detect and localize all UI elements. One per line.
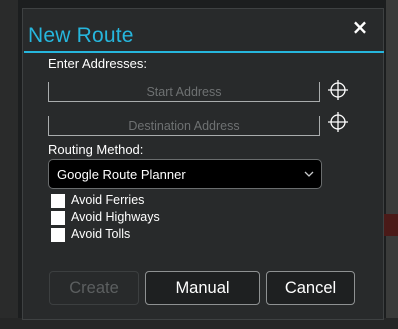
crosshair-icon[interactable] (327, 111, 349, 133)
avoid-tolls-label: Avoid Tolls (71, 227, 131, 241)
chevron-down-icon (304, 171, 314, 177)
routing-method-label: Routing Method: (48, 142, 144, 157)
crosshair-icon[interactable] (327, 79, 349, 101)
routing-method-select[interactable]: Google Route Planner (48, 159, 322, 189)
title-divider (24, 51, 384, 53)
background-red-element (384, 214, 398, 236)
avoid-ferries-label: Avoid Ferries (71, 193, 145, 207)
destination-address-input[interactable] (48, 116, 320, 136)
background-panel-left (0, 0, 18, 329)
avoid-highways-checkbox[interactable] (51, 211, 65, 225)
avoid-ferries-checkbox[interactable] (51, 194, 65, 208)
routing-method-value: Google Route Planner (57, 167, 186, 182)
close-icon[interactable]: × (349, 16, 371, 38)
enter-addresses-label: Enter Addresses: (48, 56, 147, 71)
start-address-input[interactable] (48, 82, 320, 102)
create-button[interactable]: Create (49, 271, 139, 305)
dialog-title: New Route (28, 24, 134, 47)
cancel-button[interactable]: Cancel (266, 271, 355, 305)
avoid-highways-label: Avoid Highways (71, 210, 160, 224)
manual-button[interactable]: Manual (145, 271, 260, 305)
avoid-tolls-checkbox[interactable] (51, 228, 65, 242)
background-panel-right (386, 0, 398, 329)
